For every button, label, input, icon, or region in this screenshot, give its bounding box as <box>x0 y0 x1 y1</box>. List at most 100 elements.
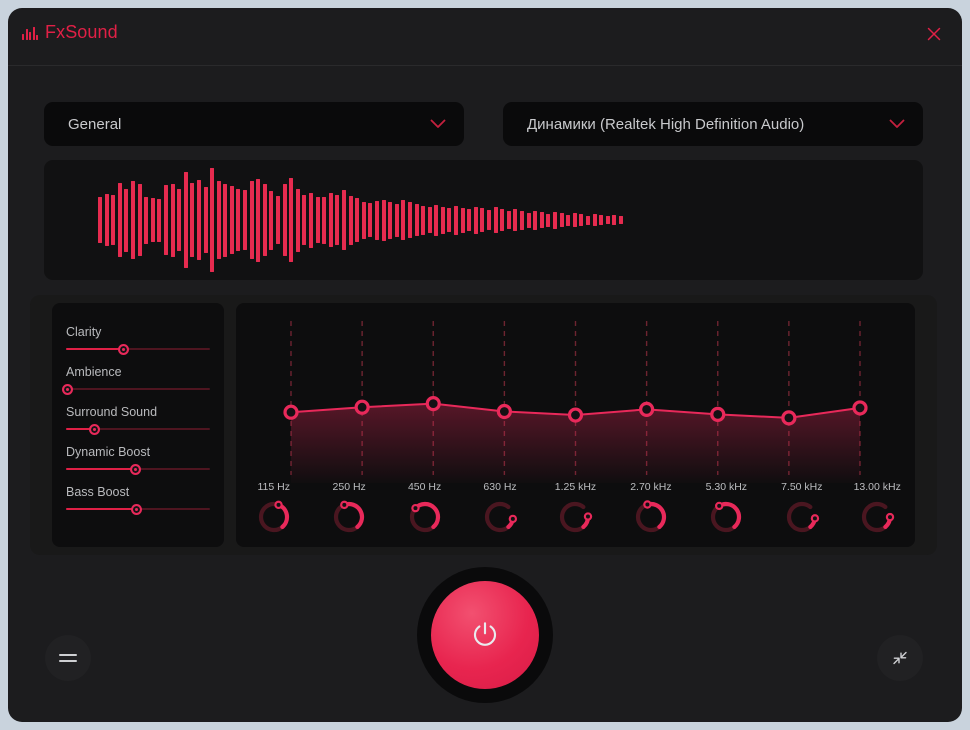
menu-button[interactable] <box>45 635 91 681</box>
slider-track[interactable] <box>66 503 210 515</box>
waveform-bar <box>190 183 195 257</box>
waveform-bar <box>414 204 419 236</box>
slider-fill <box>66 468 136 470</box>
slider-handle[interactable] <box>129 463 141 475</box>
waveform-bar <box>315 197 320 243</box>
waveform-bar <box>322 196 327 244</box>
app-title: FxSound <box>45 22 118 42</box>
eq-band-frequency-label: 115 Hz <box>257 481 290 493</box>
eq-band-frequency-label: 7.50 kHz <box>781 481 823 493</box>
eq-band-cell: 630 Hz <box>462 481 537 547</box>
waveform-bar <box>460 207 465 233</box>
waveform-bar <box>216 181 221 259</box>
audio-device-dropdown[interactable]: Динамики (Realtek High Definition Audio) <box>503 102 923 146</box>
waveform-bar <box>111 195 116 245</box>
eq-band-knob[interactable] <box>707 498 745 536</box>
power-button[interactable] <box>431 581 539 689</box>
slider-track[interactable] <box>66 423 210 435</box>
slider-row: Bass Boost <box>66 485 210 515</box>
eq-point-handle[interactable] <box>781 410 797 426</box>
slider-handle[interactable] <box>89 423 101 435</box>
waveform-bar <box>506 211 511 229</box>
eq-band-cell: 250 Hz <box>311 481 386 547</box>
waveform-bar <box>144 196 149 244</box>
eq-band-cell: 13.00 kHz <box>840 481 915 547</box>
waveform-bar <box>374 200 379 240</box>
waveform-bar <box>467 209 472 231</box>
fxsound-window: FxSound General Динамики (Realtek High D… <box>8 8 962 722</box>
waveform-bar <box>269 190 274 250</box>
eq-knob-indicator <box>274 500 283 510</box>
waveform-bar <box>559 213 564 227</box>
main-content: General Динамики (Realtek High Definitio… <box>8 67 962 722</box>
waveform-bar <box>163 185 168 255</box>
waveform-bar <box>572 213 577 227</box>
waveform-bar <box>533 210 538 230</box>
hamburger-menu-icon <box>59 650 77 666</box>
waveform-bar <box>579 214 584 226</box>
eq-point-handle[interactable] <box>425 396 441 412</box>
eq-band-frequency-label: 630 Hz <box>483 481 517 493</box>
eq-point-handle[interactable] <box>283 404 299 420</box>
waveform-bar <box>295 188 300 252</box>
eq-band-knob[interactable] <box>783 498 821 536</box>
slider-label: Ambience <box>66 365 122 379</box>
waveform-bar <box>585 215 590 225</box>
waveform-bar <box>117 183 122 257</box>
waveform-bar <box>473 206 478 234</box>
effect-sliders-card: Clarity Ambience Surround Sound Dynamic Boo… <box>52 303 224 547</box>
waveform-bar <box>98 197 102 243</box>
waveform-bar <box>276 196 281 244</box>
waveform-bar <box>381 199 386 241</box>
eq-band-knob[interactable] <box>406 498 444 536</box>
eq-point-handle[interactable] <box>567 407 584 423</box>
chevron-down-icon <box>430 119 446 129</box>
slider-handle[interactable] <box>118 343 130 355</box>
waveform-bar <box>526 212 531 228</box>
collapse-view-button[interactable] <box>877 635 923 681</box>
audio-device-dropdown-label: Динамики (Realtek High Definition Audio) <box>527 115 805 133</box>
close-button[interactable] <box>920 20 948 48</box>
eq-point-handle[interactable] <box>496 403 512 420</box>
power-button-wrapper <box>417 567 553 703</box>
slider-track[interactable] <box>66 343 210 355</box>
eq-band-knob[interactable] <box>632 498 670 536</box>
waveform-bar <box>487 210 492 230</box>
preset-dropdown[interactable]: General <box>44 102 464 146</box>
waveform-bar <box>124 188 129 252</box>
waveform-bar <box>335 195 340 245</box>
waveform-bar <box>183 172 188 268</box>
slider-handle[interactable] <box>131 503 143 515</box>
waveform-bar <box>223 183 228 257</box>
waveform-bar <box>309 192 313 248</box>
eq-band-knob[interactable] <box>556 498 594 536</box>
app-brand: FxSound <box>22 22 118 43</box>
eq-band-cell: 450 Hz <box>387 481 462 547</box>
eq-band-knob[interactable] <box>255 498 293 536</box>
eq-band-knob[interactable] <box>858 498 896 536</box>
waveform-bar <box>341 190 346 250</box>
equalizer-curve-graph[interactable] <box>236 303 915 483</box>
waveform-bar <box>229 186 234 254</box>
eq-point-handle[interactable] <box>639 401 655 417</box>
eq-point-handle[interactable] <box>852 400 868 416</box>
waveform-bar <box>249 181 254 259</box>
waveform-bar <box>196 180 201 260</box>
waveform-bar <box>394 203 399 237</box>
slider-handle[interactable] <box>61 383 73 395</box>
waveform-bar <box>282 184 287 256</box>
slider-row: Clarity <box>66 325 210 355</box>
slider-track[interactable] <box>61 383 210 395</box>
eq-band-knob[interactable] <box>330 498 368 536</box>
close-icon <box>927 27 941 41</box>
power-icon <box>473 622 497 646</box>
waveform-bar <box>592 214 597 226</box>
eq-point-handle[interactable] <box>354 399 370 415</box>
eq-point-handle[interactable] <box>710 406 726 422</box>
eq-band-cell: 1.25 kHz <box>538 481 613 547</box>
eq-band-knob[interactable] <box>481 498 519 536</box>
waveform-bar <box>440 206 445 234</box>
waveform-bar <box>605 216 610 224</box>
waveform-bars <box>98 160 913 280</box>
slider-track[interactable] <box>66 463 210 475</box>
